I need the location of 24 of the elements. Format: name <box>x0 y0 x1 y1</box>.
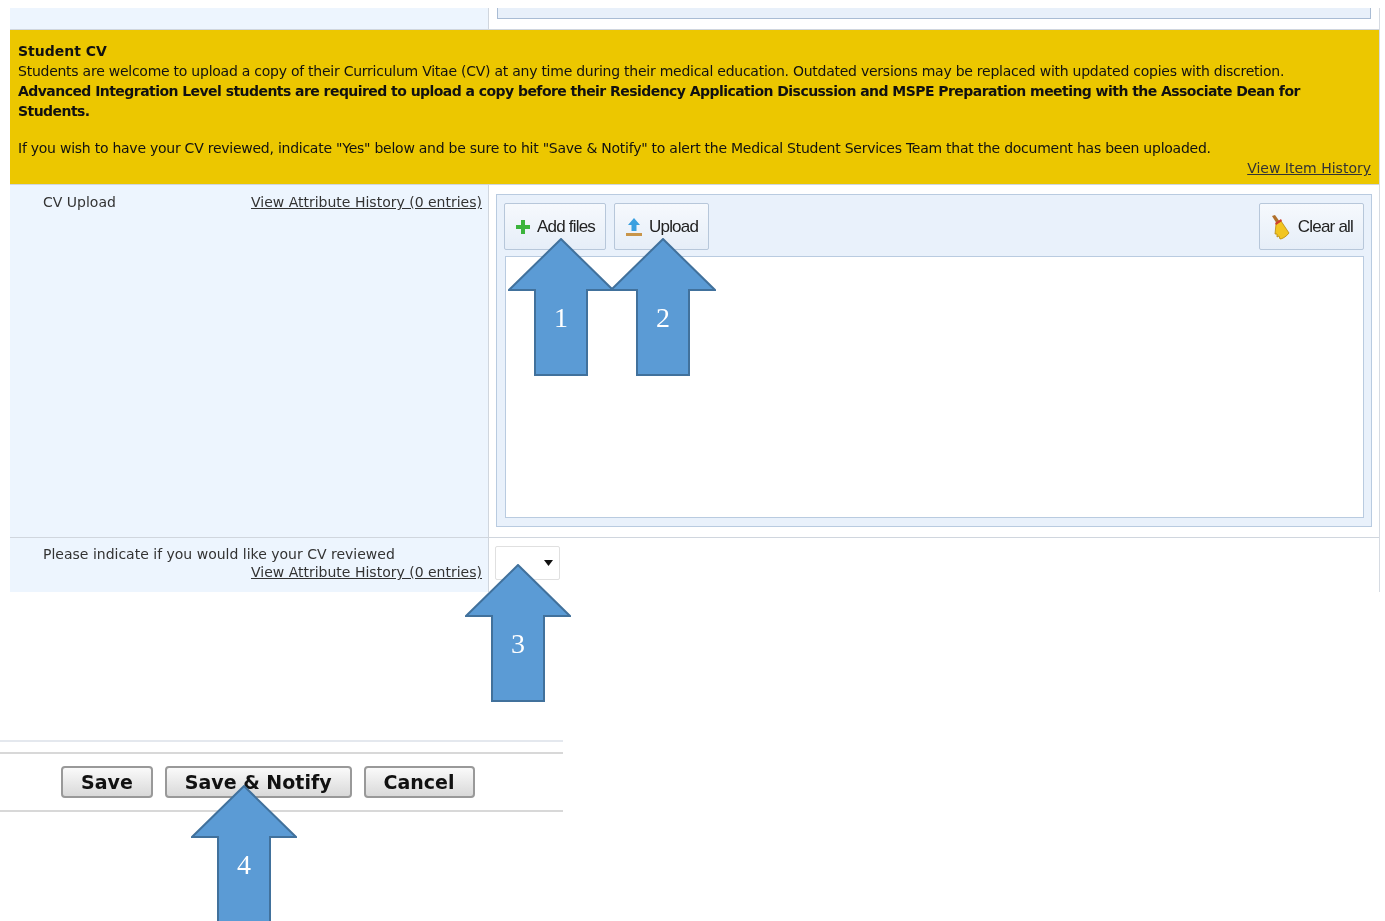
broom-icon <box>1269 213 1292 240</box>
intro-text: Students are welcome to upload a copy of their Curriculum Vitae (CV) at any time during their medical education. Outdated versions may be replaced with updated copies with discretion. <box>18 62 1286 81</box>
history-link[interactable]: View Item History <box>1247 158 1371 178</box>
upload-button[interactable]: Upload <box>614 203 710 250</box>
save-button[interactable]: Save <box>61 766 153 798</box>
callout-number: 4 <box>236 849 252 881</box>
caret-icon <box>544 560 553 566</box>
callout-number: 2 <box>655 302 671 334</box>
history-link[interactable]: View Attribute History (0 entries) <box>251 194 482 210</box>
clear-all-button[interactable]: Clear all <box>1258 203 1364 250</box>
add-files-button[interactable]: Add files <box>504 203 606 250</box>
requirement-text: Advanced Integration Level students are required to upload a copy before their Residency Application Discussion and MSPE Preparation meeting with the Associate Dean for Students. <box>18 82 1302 121</box>
callout-number: 1 <box>553 302 569 334</box>
plus-icon <box>515 218 531 235</box>
field-label: Please indicate if you would like your CV reviewed <box>43 546 396 562</box>
file-list-area[interactable] <box>505 256 1364 518</box>
upload-icon <box>625 216 643 237</box>
field-label: CV Upload <box>43 194 116 210</box>
history-link[interactable]: View Attribute History (0 entries) <box>251 564 482 580</box>
cancel-button[interactable]: Cancel <box>363 766 475 798</box>
instruction-text: If you wish to have your CV reviewed, indicate "Yes" below and be sure to hit "Save & Notify" to alert the Medical Student Services Team that the document has been uploaded. <box>18 139 1212 158</box>
callout-number: 3 <box>510 628 526 660</box>
section-title: Student CV <box>18 42 108 61</box>
save-notify-button[interactable]: Save & Notify <box>164 766 352 798</box>
